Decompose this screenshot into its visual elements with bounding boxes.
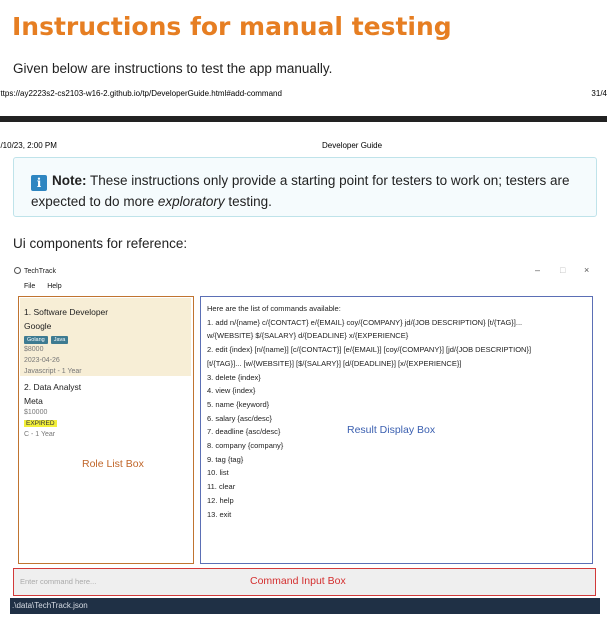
result-line: 13. exit [207,509,232,519]
app-title-text: TechTrack [24,268,57,275]
status-bar-path: .\data\TechTrack.json [12,601,88,610]
role-tags: Golang Java [24,334,71,344]
role-salary: $8000 [24,346,44,353]
result-line: 4. view {index} [207,386,256,396]
result-line: 3. delete {index} [207,372,261,382]
menu-bar: File Help [24,283,72,290]
tag-badge: Golang [24,336,48,344]
role-title: 2. Data Analyst [24,382,82,392]
result-line: 1. add n/{name} c/{CONTACT} e/{EMAIL} co… [207,317,523,327]
note-text-b: testing. [224,194,272,209]
app-screenshot: TechTrack – □ × File Help 1. Software De… [10,262,600,614]
result-line: 5. name {keyword} [207,399,270,409]
ui-reference-text: Ui components for reference: [13,236,188,251]
print-header-datetime: 3/10/23, 2:00 PM [0,141,57,150]
intro-text: Given below are instructions to test the… [13,61,333,76]
note-box: i Note: These instructions only provide a… [13,157,597,217]
print-footer: https://ay2223s2-cs2103-w16-2.github.io/… [0,89,607,101]
maximize-icon[interactable]: □ [560,265,565,275]
note-text-a: These instructions only provide a starti… [31,173,570,209]
result-line: 9. tag {tag} [207,454,244,464]
role-title: 1. Software Developer [24,307,109,317]
role-card[interactable]: 1. Software Developer Google Golang Java … [20,298,191,376]
role-company: Meta [24,396,43,406]
role-experience: C - 1 Year [24,431,56,438]
expired-badge: EXPIRED [24,420,57,427]
page-divider [0,116,607,122]
command-input-label: Command Input Box [250,575,346,587]
result-line: Here are the list of commands available: [207,304,341,313]
result-line: 2. edit {index} [n/{name}] [c/{CONTACT}]… [207,345,532,355]
note-text-emphasis: exploratory [157,194,225,209]
app-title: TechTrack [14,267,56,275]
role-list-label: Role List Box [82,458,144,470]
note-label: Note: [52,173,87,188]
result-line: 12. help [207,495,234,505]
result-line: [t/{TAG}]... [w/{WEBSITE}] [$/{SALARY}] … [207,358,462,368]
role-salary: $10000 [24,409,48,416]
result-display-box: Here are the list of commands available:… [200,296,593,564]
print-header: 3/10/23, 2:00 PM Developer Guide [0,141,607,153]
role-experience: Javascript - 1 Year [24,368,82,375]
result-line: 8. company {company} [207,441,284,451]
role-company: Google [24,321,52,331]
role-list-box[interactable]: 1. Software Developer Google Golang Java … [18,296,194,564]
close-icon[interactable]: × [584,265,589,275]
minimize-icon[interactable]: – [535,265,540,275]
result-line: 11. clear [207,482,236,492]
print-header-title: Developer Guide [322,141,383,150]
menu-file[interactable]: File [24,283,35,290]
status-bar: .\data\TechTrack.json [10,598,600,614]
print-footer-url: https://ay2223s2-cs2103-w16-2.github.io/… [0,89,282,98]
app-logo-icon [14,267,21,274]
page-heading: Instructions for manual testing [12,12,452,41]
result-line: w/{WEBSITE} $/{SALARY} d/{DEADLINE} x/{E… [207,331,409,341]
tag-badge: Java [50,336,69,344]
command-input-placeholder[interactable]: Enter command here... [20,577,96,586]
result-line: 10. list [207,468,229,478]
role-card[interactable]: 2. Data Analyst Meta $10000 EXPIRED C - … [20,377,191,457]
role-deadline: 2023-04-26 [24,357,60,364]
result-display-label: Result Display Box [347,424,436,436]
menu-help[interactable]: Help [47,283,61,290]
info-icon: i [31,175,47,191]
command-input-box[interactable]: Enter command here... Command Input Box [13,568,596,596]
print-footer-page: 31/4 [591,89,607,98]
